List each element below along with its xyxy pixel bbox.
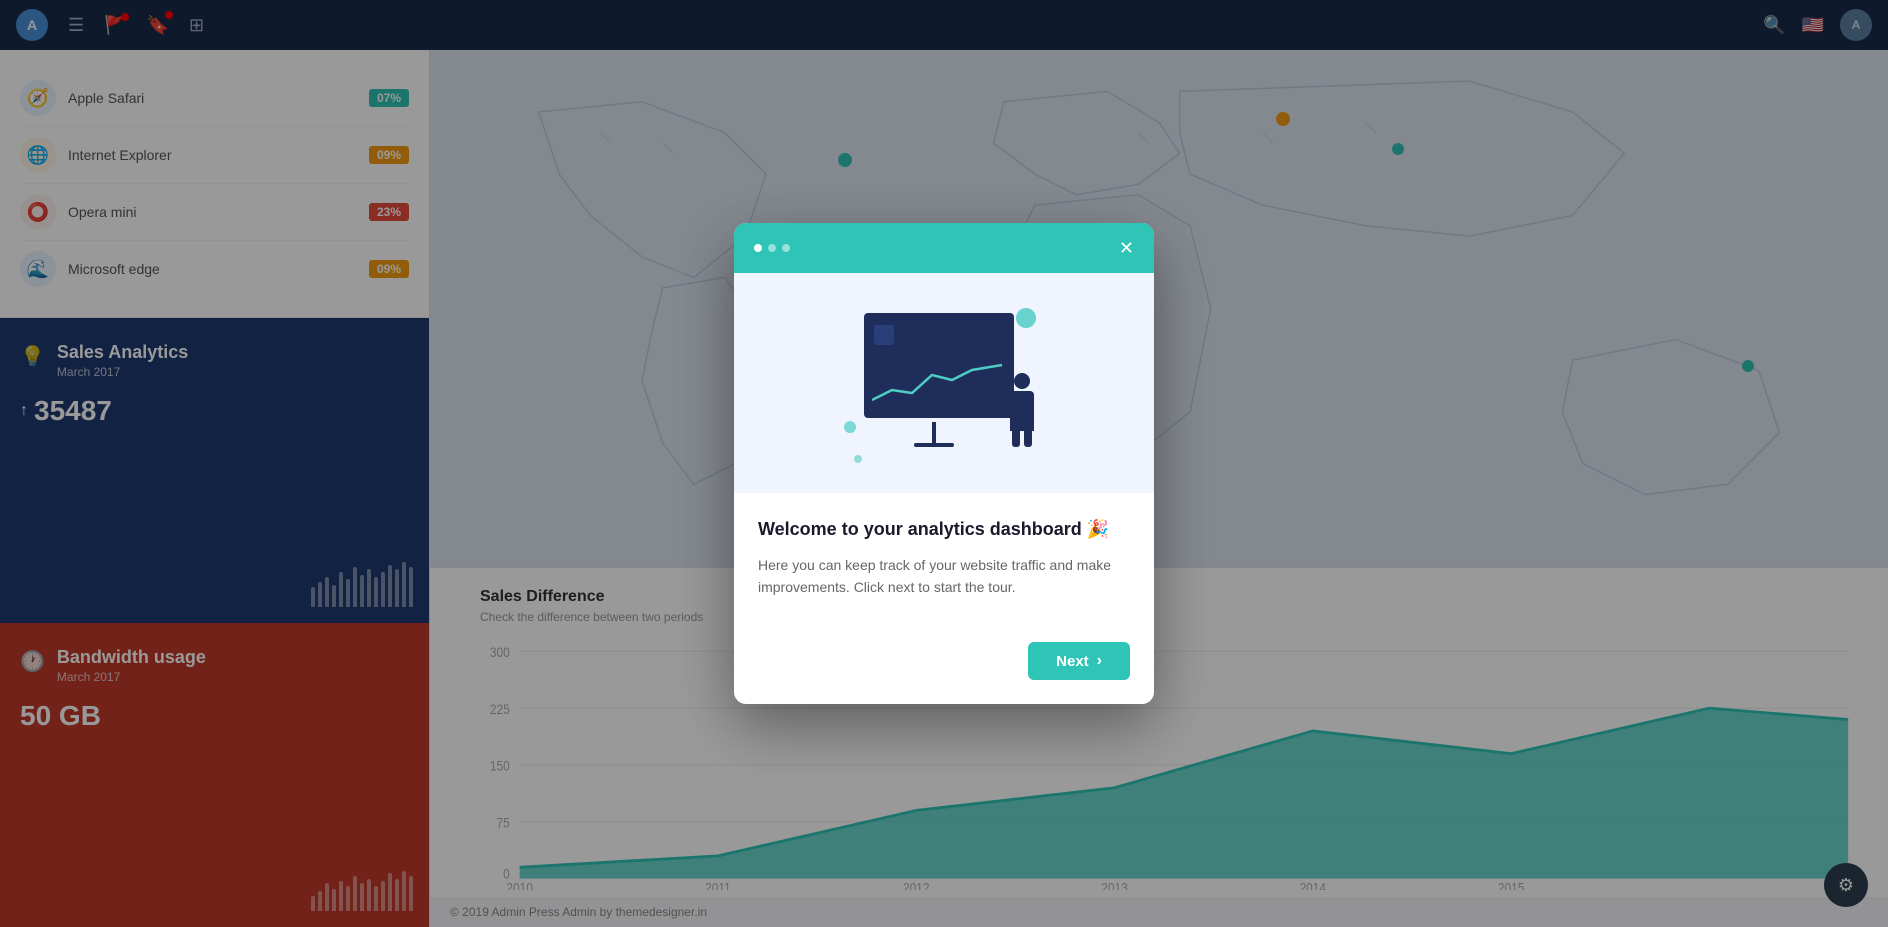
- next-button-chevron-icon: ›: [1097, 652, 1102, 670]
- illus-body: [1010, 391, 1034, 431]
- illus-dot-teal-1: [1016, 308, 1036, 328]
- next-button-label: Next: [1056, 653, 1089, 670]
- illus-leg-right: [1024, 431, 1032, 447]
- illus-legs: [1010, 431, 1034, 447]
- illustration-container: [844, 303, 1044, 463]
- modal-header: ✕: [734, 223, 1154, 273]
- modal-title: Welcome to your analytics dashboard 🎉: [758, 517, 1130, 542]
- illus-leg-left: [1012, 431, 1020, 447]
- modal-dot-1: [754, 244, 762, 252]
- illus-board: [864, 313, 1014, 418]
- modal-dot-2: [768, 244, 776, 252]
- welcome-modal: ✕: [734, 223, 1154, 705]
- modal-overlay: ✕: [0, 0, 1888, 927]
- modal-body: Welcome to your analytics dashboard 🎉 He…: [734, 493, 1154, 643]
- illus-head: [1014, 373, 1030, 389]
- modal-illustration: [734, 273, 1154, 493]
- next-button[interactable]: Next ›: [1028, 642, 1130, 680]
- modal-body-text: Here you can keep track of your website …: [758, 554, 1130, 599]
- illus-base: [914, 443, 954, 447]
- illus-person: [1010, 373, 1034, 447]
- illus-dot-teal-3: [854, 455, 862, 463]
- modal-dot-3: [782, 244, 790, 252]
- illus-board-square: [874, 325, 894, 345]
- modal-close-button[interactable]: ✕: [1119, 239, 1134, 257]
- modal-footer: Next ›: [734, 642, 1154, 704]
- illus-chart-line: [872, 355, 1006, 410]
- modal-progress-dots: [754, 244, 790, 252]
- illus-dot-teal-2: [844, 421, 856, 433]
